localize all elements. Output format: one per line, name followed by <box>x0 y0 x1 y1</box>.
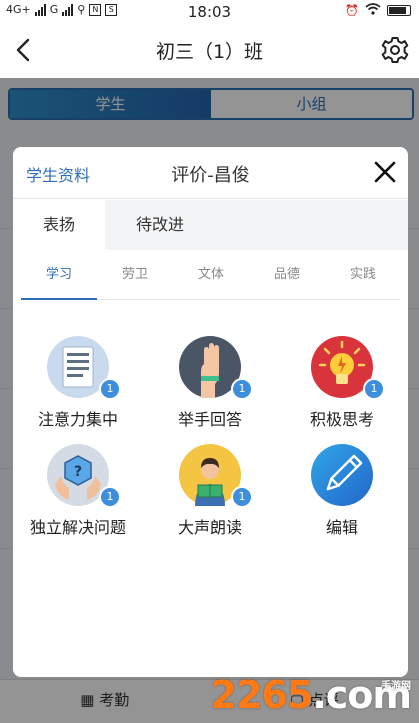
item-label: 大声朗读 <box>177 518 242 537</box>
item-label: 积极思考 <box>309 410 374 429</box>
close-button[interactable] <box>372 159 398 185</box>
category-tabs: 学习 劳卫 文体 品德 实践 <box>13 250 408 302</box>
item-label: 独立解决问题 <box>29 518 126 537</box>
evaluation-item[interactable]: 1 注意力集中 <box>13 336 143 436</box>
dialog-header: 学生资料 评价-昌俊 <box>13 147 408 199</box>
tab-praise[interactable]: 表扬 <box>13 200 105 250</box>
evaluation-item[interactable]: 1 大声朗读 <box>145 444 275 544</box>
subtab-sports[interactable]: 文体 <box>173 250 249 300</box>
watermark-sub: 手游网 <box>381 681 411 692</box>
subtab-morality[interactable]: 品德 <box>249 250 325 300</box>
evaluation-item[interactable]: 1 积极思考 <box>277 336 407 436</box>
battery-icon <box>387 5 411 16</box>
evaluation-item[interactable]: ? 1 独立解决问题 <box>13 444 143 544</box>
subtab-active-indicator <box>21 298 97 300</box>
svg-text:?: ? <box>74 464 82 480</box>
gear-icon <box>381 37 409 63</box>
page-title: 初三（1）班 <box>155 41 264 63</box>
wifi-icon <box>365 3 381 18</box>
close-icon <box>374 161 396 183</box>
subtab-labor[interactable]: 劳卫 <box>97 250 173 300</box>
item-label: 编辑 <box>325 518 358 537</box>
count-badge: 1 <box>231 378 253 400</box>
subtab-practice[interactable]: 实践 <box>325 250 401 300</box>
count-badge: 1 <box>99 378 121 400</box>
count-badge: 1 <box>231 486 253 508</box>
evaluation-dialog: 学生资料 评价-昌俊 表扬 待改进 学习 劳卫 文体 品德 实践 1 注意力集中 <box>13 147 408 677</box>
pencil-icon <box>311 444 373 506</box>
status-right: ⏰ <box>345 3 411 18</box>
item-label: 举手回答 <box>177 410 242 429</box>
dialog-title: 评价-昌俊 <box>171 165 250 186</box>
site-watermark: 2265.com 手游网 <box>210 673 412 717</box>
evaluation-tabs: 表扬 待改进 <box>13 200 408 250</box>
item-label: 注意力集中 <box>37 410 118 429</box>
count-badge: 1 <box>363 378 385 400</box>
tab-improve[interactable]: 待改进 <box>105 200 215 250</box>
app-header: 初三（1）班 <box>0 24 419 78</box>
settings-button[interactable] <box>379 34 411 66</box>
subtab-study[interactable]: 学习 <box>21 250 97 300</box>
alarm-icon: ⏰ <box>345 4 359 17</box>
watermark-number: 2265 <box>210 673 314 717</box>
count-badge: 1 <box>99 486 121 508</box>
evaluation-item[interactable]: 1 举手回答 <box>145 336 275 436</box>
status-bar: 4G+ G ⚲ N S 18:03 ⏰ <box>0 0 419 24</box>
edit-item[interactable]: 编辑 <box>277 444 407 544</box>
